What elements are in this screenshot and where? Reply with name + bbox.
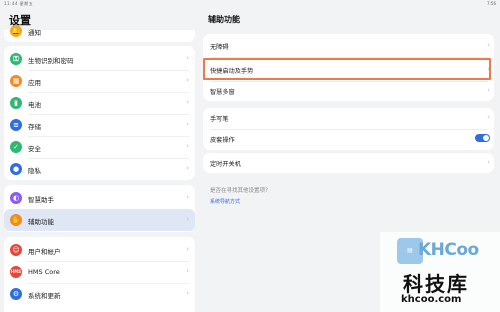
storage-icon: ≡ xyxy=(10,119,22,131)
assistant-icon: ◐ xyxy=(10,192,22,204)
sidebar-item-security[interactable]: ✓ 安全 › xyxy=(4,136,195,158)
chevron-right-icon: › xyxy=(186,120,189,128)
setting-label: 定时开关机 xyxy=(210,161,241,168)
status-bar-left: 11:44 星期五 xyxy=(4,1,34,6)
sidebar-item-label: 安全 xyxy=(28,145,41,153)
status-bar: 11:44 星期五 7:56 xyxy=(0,0,500,8)
privacy-icon: ● xyxy=(10,163,22,175)
sidebar-item-smart-assistant[interactable]: ◐ 智慧助手 › xyxy=(4,187,195,209)
watermark-title: 科技库 xyxy=(403,272,469,296)
watermark-url: khcoo.com xyxy=(401,294,462,305)
chevron-right-icon: › xyxy=(487,158,490,166)
setting-label: 皮套操作 xyxy=(210,137,235,144)
setting-scheduled-power[interactable]: 定时开关机 › xyxy=(203,153,494,173)
chevron-right-icon: › xyxy=(487,113,490,121)
accessibility-card-2: 手写笔 › 皮套操作 xyxy=(203,108,494,150)
highlight-box xyxy=(203,58,491,80)
hms-icon: HMS xyxy=(10,266,22,278)
watermark-logo: KHCoo xyxy=(418,240,479,260)
sidebar-item-label: 系统和更新 xyxy=(28,292,61,300)
accessibility-card-3: 定时开关机 › xyxy=(203,153,494,173)
shield-icon: ✓ xyxy=(10,141,22,153)
toggle-knob xyxy=(483,135,489,141)
setting-accessibility[interactable]: 无障碍 › xyxy=(203,36,494,56)
sidebar-item-label: 隐私 xyxy=(28,167,41,175)
settings-card-system: ☺ 用户和帐户 › HMS HMS Core › ⚙ 系统和更新 › xyxy=(4,237,195,312)
sidebar-item-notifications[interactable]: 🔔 通知 xyxy=(4,20,195,42)
sidebar-item-system-update[interactable]: ⚙ 系统和更新 › xyxy=(4,283,195,305)
chevron-right-icon: › xyxy=(186,164,189,172)
battery-icon: ▮ xyxy=(10,97,22,109)
sidebar-item-label: 生物识别和密码 xyxy=(28,57,74,65)
setting-cover-operation: 皮套操作 xyxy=(203,129,494,149)
sidebar-item-label: 存储 xyxy=(28,123,41,131)
setting-stylus[interactable]: 手写笔 › xyxy=(203,108,494,128)
settings-card-partial: 🔔 通知 xyxy=(4,25,195,42)
chevron-right-icon: › xyxy=(186,98,189,106)
system-update-icon: ⚙ xyxy=(10,288,22,300)
page-title: 辅助功能 xyxy=(208,15,240,24)
chevron-right-icon: › xyxy=(186,215,189,223)
sidebar-item-biometrics[interactable]: ⚿ 生物识别和密码 › xyxy=(4,48,195,70)
system-navigation-link[interactable]: 系统导航方式 xyxy=(210,198,240,205)
chevron-right-icon: › xyxy=(186,142,189,150)
user-icon: ☺ xyxy=(10,244,22,256)
chevron-right-icon: › xyxy=(487,86,490,94)
settings-card-assist: ◐ 智慧助手 › ✋ 辅助功能 › xyxy=(4,185,195,232)
sidebar-item-accessibility[interactable]: ✋ 辅助功能 › xyxy=(4,209,195,231)
chevron-right-icon: › xyxy=(186,54,189,62)
key-icon: ⚿ xyxy=(10,53,22,65)
setting-label: 无障碍 xyxy=(210,44,229,51)
apps-icon: ▦ xyxy=(10,75,22,87)
setting-smart-multiwindow[interactable]: 智慧多窗 › xyxy=(203,81,494,101)
sidebar-item-label: 智慧助手 xyxy=(28,196,54,204)
sidebar-item-privacy[interactable]: ● 隐私 › xyxy=(4,158,195,180)
sidebar-item-label: 通知 xyxy=(28,29,41,37)
sidebar-item-label: 用户和帐户 xyxy=(28,248,61,256)
sidebar-item-label: 辅助功能 xyxy=(28,218,54,226)
chevron-right-icon: › xyxy=(186,267,189,275)
chevron-right-icon: › xyxy=(186,193,189,201)
chevron-right-icon: › xyxy=(186,76,189,84)
sidebar-item-label: 电池 xyxy=(28,101,41,109)
cover-operation-toggle[interactable] xyxy=(475,134,490,142)
setting-label: 手写笔 xyxy=(210,116,229,123)
other-settings-hint: 是否在寻找其他设置项？ xyxy=(210,188,271,194)
bell-icon: 🔔 xyxy=(10,25,22,37)
chevron-right-icon: › xyxy=(186,245,189,253)
sidebar-item-apps[interactable]: ▦ 应用 › xyxy=(4,70,195,92)
settings-card-security: ⚿ 生物识别和密码 › ▦ 应用 › ▮ 电池 › ≡ 存储 › ✓ 安全 › … xyxy=(4,46,195,180)
sidebar-item-battery[interactable]: ▮ 电池 › xyxy=(4,92,195,114)
sidebar-item-label: HMS Core xyxy=(28,268,60,276)
chevron-right-icon: › xyxy=(186,289,189,297)
status-bar-right: 7:56 xyxy=(487,1,496,6)
sidebar-item-hms-core[interactable]: HMS HMS Core › xyxy=(4,261,195,283)
sidebar-item-users[interactable]: ☺ 用户和帐户 › xyxy=(4,239,195,261)
setting-label: 智慧多窗 xyxy=(210,89,235,96)
accessibility-icon: ✋ xyxy=(10,214,22,226)
sidebar-item-label: 应用 xyxy=(28,79,41,87)
sidebar-item-storage[interactable]: ≡ 存储 › xyxy=(4,114,195,136)
chevron-right-icon: › xyxy=(487,41,490,49)
